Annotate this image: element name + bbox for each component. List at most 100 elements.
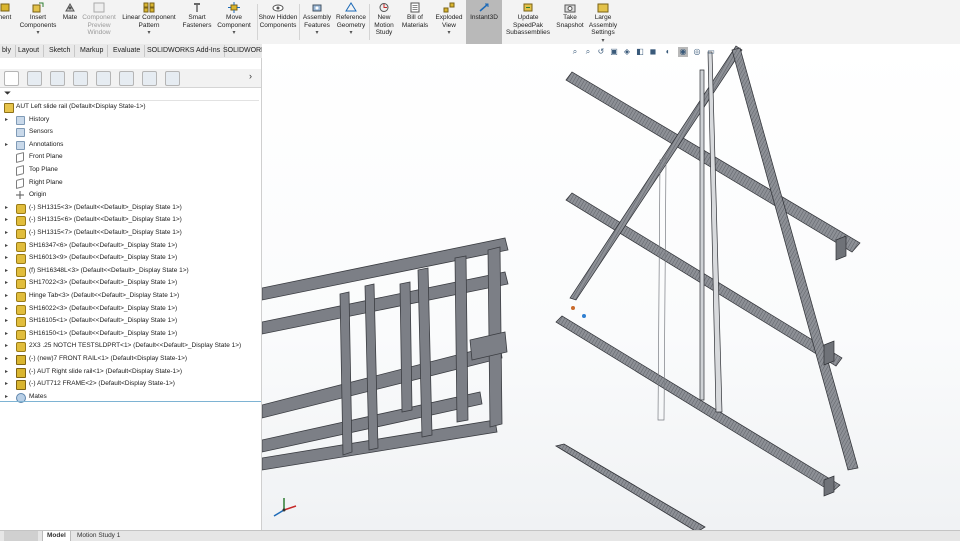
expand-arrow-icon[interactable]: ▸	[5, 366, 8, 378]
assembly-features-caret[interactable]: ▾	[300, 30, 334, 38]
selection-point[interactable]	[571, 306, 575, 310]
folder-icon	[16, 140, 25, 150]
reference-geometry-icon	[345, 2, 357, 12]
tree-item-label: (-) SH1315<6> (Default<<Default>_Display…	[29, 216, 182, 224]
smart-fasteners-button[interactable]: Smart Fasteners	[180, 0, 214, 44]
view-settings-icon[interactable]: ▭	[706, 47, 716, 57]
expand-arrow-icon[interactable]: ▸	[5, 240, 8, 252]
assembly-icon	[16, 380, 26, 391]
panel-scroll-right-icon[interactable]: ›	[249, 71, 252, 81]
edit-appearance-icon[interactable]: ◉	[678, 47, 688, 57]
mate-icon	[65, 2, 75, 12]
motion-study-icon	[379, 3, 389, 12]
expand-arrow-icon[interactable]: ▸	[5, 252, 8, 264]
expand-arrow-icon[interactable]: ▸	[5, 290, 8, 302]
tree-item-label: SH16022<3> (Default<<Default>_Display St…	[29, 304, 178, 312]
mate-button[interactable]: Mate	[60, 0, 80, 44]
dynamic-annotation-icon[interactable]: ◈	[622, 47, 632, 57]
expand-arrow-icon[interactable]: ▸	[5, 265, 8, 277]
tab-markup[interactable]: Markup	[76, 45, 109, 57]
component-preview-window-button[interactable]: Component Preview Window	[80, 0, 118, 44]
insert-dropdown-caret[interactable]: ▾	[16, 30, 60, 38]
tree-item-label: Front Plane	[29, 153, 63, 161]
insert-components-button[interactable]: Insert Components ▾	[16, 0, 60, 44]
bill-of-materials-button[interactable]: Bill of Materials	[398, 0, 432, 44]
expand-arrow-icon[interactable]: ▸	[5, 328, 8, 340]
expand-arrow-icon[interactable]: ▸	[5, 378, 8, 390]
part-icon	[16, 304, 26, 315]
expand-arrow-icon[interactable]: ▸	[5, 202, 8, 214]
reference-triad	[273, 498, 297, 517]
exploded-view-button[interactable]: Exploded View ▾	[432, 0, 466, 44]
new-motion-study-button[interactable]: New Motion Study	[370, 0, 398, 44]
apply-scene-icon[interactable]: ◎	[692, 47, 702, 57]
expand-arrow-icon[interactable]: ▸	[5, 214, 8, 226]
linear-component-pattern-button[interactable]: Linear Component Pattern ▾	[118, 0, 180, 44]
graphics-viewport[interactable]	[262, 44, 960, 530]
section-view-icon[interactable]: ▣	[609, 47, 619, 57]
expand-arrow-icon[interactable]: ▸	[5, 139, 8, 151]
selection-point[interactable]	[582, 314, 586, 318]
show-hidden-icon	[272, 4, 284, 12]
update-speedpak-button[interactable]: Update SpeedPak Subassemblies	[504, 0, 552, 44]
zoom-to-area-icon[interactable]: ⌕	[583, 47, 593, 57]
move-component-button[interactable]: Move Component ▾	[214, 0, 254, 44]
part-icon	[16, 203, 26, 214]
display-style-icon[interactable]: ◼	[648, 47, 658, 57]
expand-arrow-icon[interactable]: ▸	[5, 303, 8, 315]
feature-manager-icon[interactable]	[4, 71, 19, 86]
pattern-dropdown-caret[interactable]: ▾	[118, 30, 180, 38]
tree-item-label: Right Plane	[29, 178, 63, 186]
component-button[interactable]: nent	[0, 0, 16, 44]
tab-sketch[interactable]: Sketch	[45, 45, 76, 57]
dimxpert-icon[interactable]	[73, 71, 88, 86]
cam-tool-icon[interactable]	[165, 71, 180, 86]
cam-operation-icon[interactable]	[142, 71, 157, 86]
expand-arrow-icon[interactable]: ▸	[5, 340, 8, 352]
tree-item-label: (-) AUT Right slide rail<1> (Default<Dis…	[29, 367, 183, 375]
command-manager-ribbon: nent Insert Components ▾ Mate Component …	[0, 0, 960, 45]
tab-solidworks-addins[interactable]: SOLIDWORKS Add-Ins	[143, 45, 226, 57]
tree-divider	[0, 401, 261, 402]
plane-icon	[16, 164, 24, 177]
large-assembly-settings-button[interactable]: Large Assembly Settings ▾	[586, 0, 620, 44]
expand-arrow-icon[interactable]: ▸	[5, 277, 8, 289]
expand-arrow-icon[interactable]: ▸	[5, 227, 8, 239]
smart-fasteners-icon	[194, 3, 200, 12]
tab-layout[interactable]: Layout	[14, 45, 45, 57]
expand-arrow-icon[interactable]: ▸	[5, 315, 8, 327]
tree-item-label: 2X3 .25 NOTCH TESTSLDPRT<1> (Default<<De…	[29, 342, 242, 350]
part-icon	[16, 279, 26, 290]
previous-view-icon[interactable]: ↺	[596, 47, 606, 57]
tab-evaluate[interactable]: Evaluate	[109, 45, 146, 57]
move-dropdown-caret[interactable]: ▾	[214, 30, 254, 38]
exploded-view-caret[interactable]: ▾	[432, 30, 466, 38]
tree-filter-bar[interactable]: ⏷	[0, 87, 259, 101]
display-manager-icon[interactable]	[96, 71, 111, 86]
filter-icon[interactable]: ⏷	[4, 88, 11, 99]
instant3d-button[interactable]: Instant3D	[466, 0, 502, 44]
cam-feature-icon[interactable]	[119, 71, 134, 86]
expand-arrow-icon[interactable]: ▸	[5, 353, 8, 365]
assembly-icon	[16, 367, 26, 378]
expand-arrow-icon[interactable]: ▸	[5, 114, 8, 126]
assembly-features-icon	[312, 4, 322, 12]
reference-geometry-button[interactable]: Reference Geometry ▾	[334, 0, 368, 44]
configuration-manager-icon[interactable]	[50, 71, 65, 86]
plane-icon	[16, 152, 24, 164]
view-orientation-icon[interactable]: ◧	[635, 47, 645, 57]
zoom-to-fit-icon[interactable]: ⌕	[570, 47, 580, 57]
exploded-view-icon	[443, 2, 455, 13]
take-snapshot-button[interactable]: Take Snapshot	[554, 0, 586, 44]
tree-item-label: Origin	[29, 191, 47, 199]
reference-geometry-caret[interactable]: ▾	[334, 30, 368, 38]
tree-item-label: Annotations	[29, 140, 64, 148]
part-icon	[16, 292, 26, 302]
property-manager-icon[interactable]	[27, 71, 42, 86]
show-hidden-components-button[interactable]: Show Hidden Components	[258, 0, 298, 44]
exploded-rail-assembly	[555, 45, 861, 497]
hide-show-items-icon[interactable]: ◐	[663, 47, 673, 57]
assembly-icon	[4, 103, 14, 113]
tree-item-label: SH16150<1> (Default<<Default>_Display St…	[29, 329, 178, 337]
assembly-features-button[interactable]: Assembly Features ▾	[300, 0, 334, 44]
